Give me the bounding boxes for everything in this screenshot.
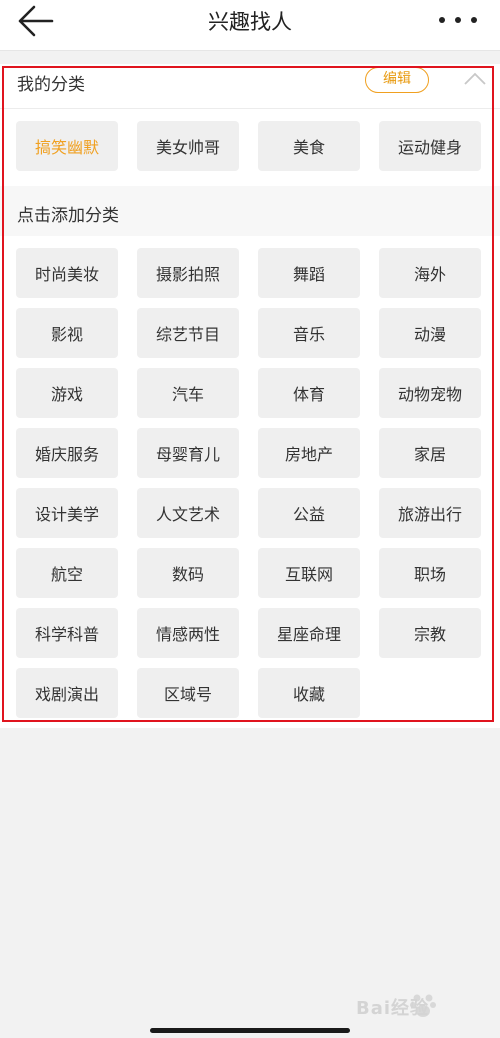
watermark-text: Bai经验 — [356, 998, 430, 1019]
add-category-tag[interactable]: 收藏 — [258, 668, 360, 718]
add-category-tag[interactable]: 体育 — [258, 368, 360, 418]
more-button[interactable] — [436, 8, 480, 32]
add-category-tag[interactable]: 设计美学 — [16, 488, 118, 538]
add-category-tag[interactable]: 职场 — [379, 548, 481, 598]
add-category-tag[interactable]: 数码 — [137, 548, 239, 598]
category-tag[interactable]: 美女帅哥 — [137, 121, 239, 171]
category-tag[interactable]: 运动健身 — [379, 121, 481, 171]
add-category-tag[interactable]: 动漫 — [379, 308, 481, 358]
add-category-tag[interactable]: 戏剧演出 — [16, 668, 118, 718]
add-category-tag[interactable]: 宗教 — [379, 608, 481, 658]
add-categories-title: 点击添加分类 — [17, 206, 119, 226]
add-category-tag[interactable]: 科学科普 — [16, 608, 118, 658]
more-dots-icon — [439, 17, 477, 23]
add-category-tag[interactable]: 婚庆服务 — [16, 428, 118, 478]
my-categories-title: 我的分类 — [17, 75, 85, 95]
add-category-tag[interactable]: 音乐 — [258, 308, 360, 358]
top-nav-bar: 兴趣找人 — [0, 0, 500, 51]
back-button[interactable] — [14, 4, 58, 38]
add-category-tag[interactable]: 综艺节目 — [137, 308, 239, 358]
page-title: 兴趣找人 — [208, 10, 292, 34]
add-category-tag[interactable]: 旅游出行 — [379, 488, 481, 538]
watermark: Bai经验 — [356, 988, 496, 1028]
add-category-tag[interactable]: 汽车 — [137, 368, 239, 418]
add-category-tag[interactable]: 影视 — [16, 308, 118, 358]
category-tag[interactable]: 美食 — [258, 121, 360, 171]
home-indicator[interactable] — [150, 1028, 350, 1033]
add-category-tag[interactable]: 航空 — [16, 548, 118, 598]
chevron-up-icon — [464, 72, 486, 85]
back-arrow-icon — [18, 5, 54, 37]
category-tag[interactable]: 搞笑幽默 — [16, 121, 118, 171]
add-category-tag[interactable]: 情感两性 — [137, 608, 239, 658]
add-category-tag[interactable]: 时尚美妆 — [16, 248, 118, 298]
collapse-button[interactable] — [462, 70, 488, 88]
add-category-tag[interactable]: 动物宠物 — [379, 368, 481, 418]
add-category-tag[interactable]: 游戏 — [16, 368, 118, 418]
add-category-tag[interactable]: 区域号 — [137, 668, 239, 718]
add-category-tag[interactable]: 舞蹈 — [258, 248, 360, 298]
add-category-tag[interactable]: 家居 — [379, 428, 481, 478]
add-category-tag[interactable]: 海外 — [379, 248, 481, 298]
add-category-tag[interactable]: 母婴育儿 — [137, 428, 239, 478]
add-category-tag[interactable]: 互联网 — [258, 548, 360, 598]
add-category-tag[interactable]: 摄影拍照 — [137, 248, 239, 298]
add-category-tag[interactable]: 房地产 — [258, 428, 360, 478]
divider — [0, 108, 500, 109]
add-category-tag[interactable]: 公益 — [258, 488, 360, 538]
add-category-tag[interactable]: 星座命理 — [258, 608, 360, 658]
edit-button[interactable]: 编辑 — [365, 67, 429, 93]
add-category-tag[interactable]: 人文艺术 — [137, 488, 239, 538]
